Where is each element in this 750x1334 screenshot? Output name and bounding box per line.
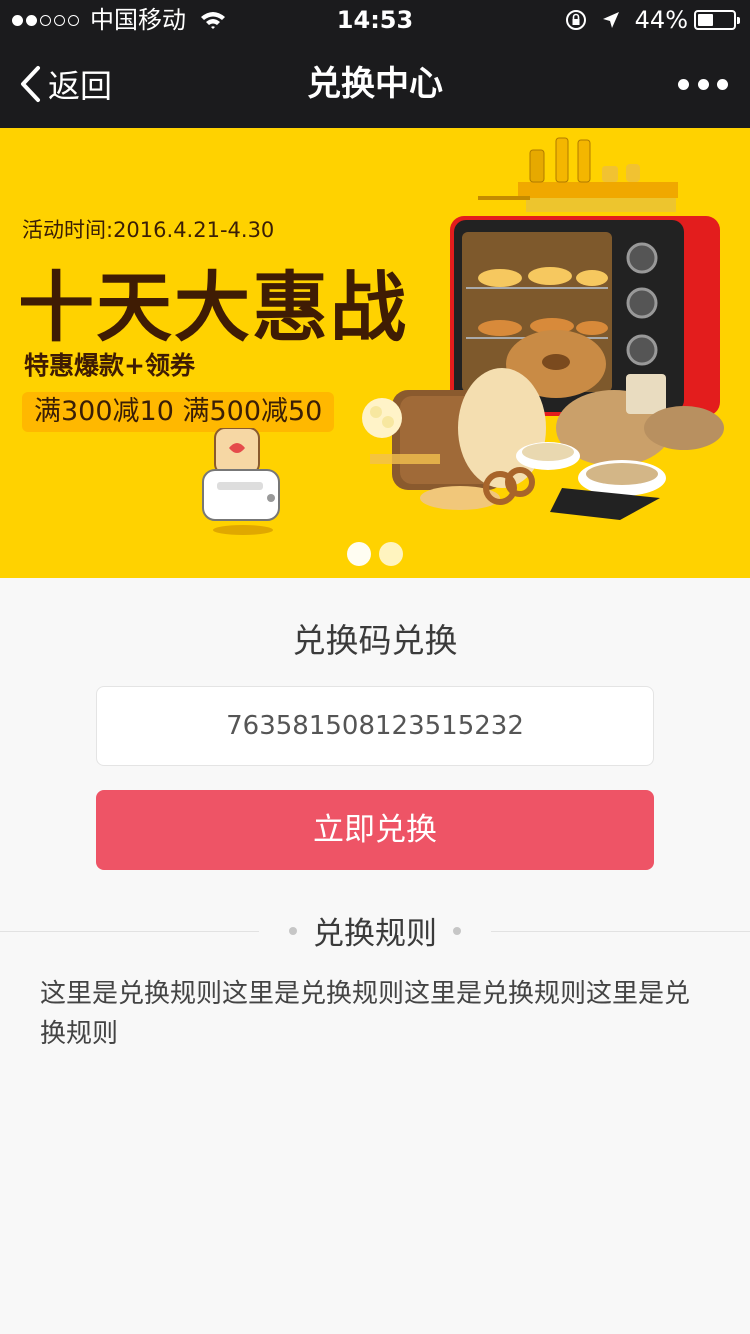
oven-bread-illustration [362,137,724,520]
status-bar: 中国移动 14:53 44% [0,0,750,40]
back-button[interactable]: 返回 [18,40,112,128]
more-dot [678,78,689,90]
banner-subtitle: 特惠爆款+领券 [24,351,195,380]
redeem-code-input[interactable] [96,686,654,766]
back-label: 返回 [48,67,113,105]
rules-heading-label: 兑换规则 [313,916,437,952]
banner-promo: 满300减10 满500减50 [22,392,335,432]
chevron-left-icon [21,66,40,102]
pager-dot-active[interactable] [347,542,371,566]
more-options-button[interactable] [678,68,728,100]
more-dot [697,78,709,90]
rotation-lock-icon [565,10,586,30]
battery-percent: 44% [634,6,688,34]
promo-banner[interactable]: 活动时间:2016.4.21-4.30 十天大惠战 特惠爆款+领券 满300减1… [0,128,750,578]
battery-icon [694,10,740,30]
toaster-mascot [202,428,280,535]
status-right: 44% [565,6,740,34]
navigation-bar: 返回 兑换中心 [0,40,750,128]
location-arrow-icon [602,12,619,28]
redeem-button[interactable]: 立即兑换 [96,790,654,870]
battery-fill [698,14,713,26]
pager-dot[interactable] [379,542,403,566]
bullet-dot [453,926,461,935]
rules-heading: 兑换规则 [259,908,491,953]
redeem-title: 兑换码兑换 [292,621,458,660]
page-title: 兑换中心 [307,64,443,104]
rules-body: 这里是兑换规则这里是兑换规则这里是兑换规则这里是兑换规则 [40,979,691,1049]
more-dot [717,78,728,90]
banner-date: 活动时间:2016.4.21-4.30 [22,218,275,242]
rules-heading-wrap: 兑换规则 [0,908,750,953]
carousel-pager [0,542,750,566]
bullet-dot [289,926,297,935]
